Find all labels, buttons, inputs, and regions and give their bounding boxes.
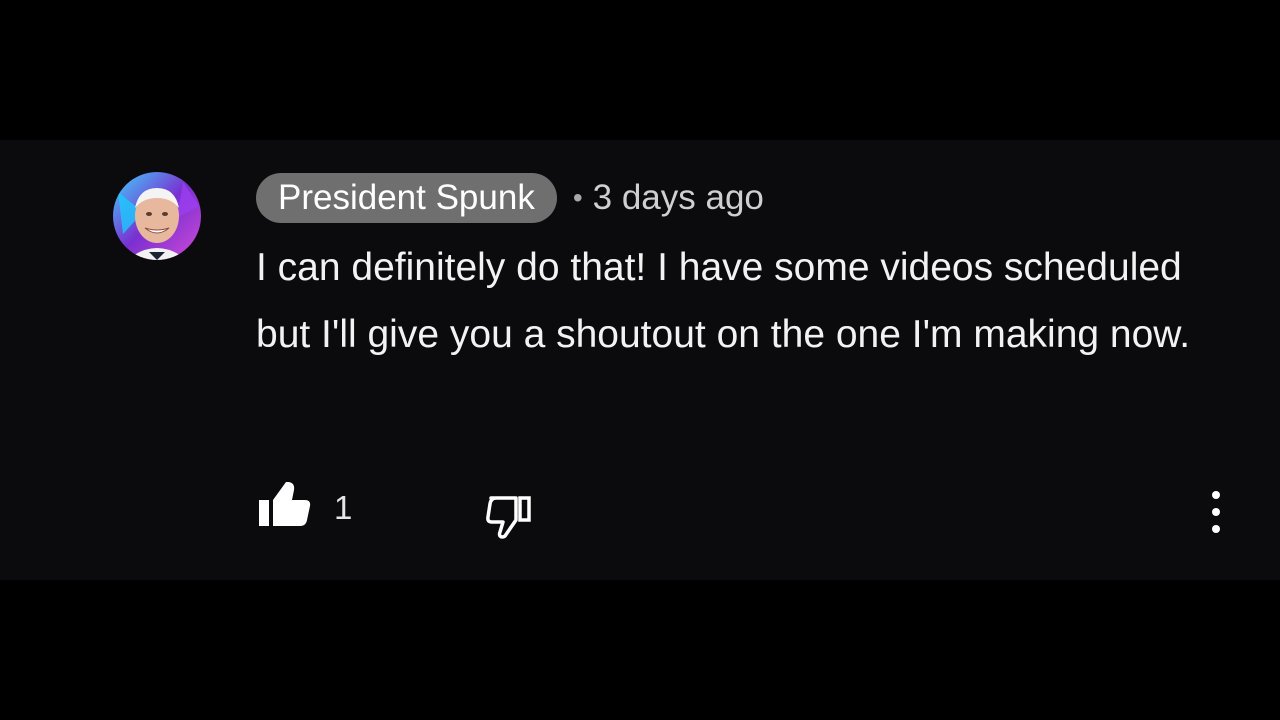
avatar-icon [113,172,201,260]
more-options-button[interactable] [1198,484,1234,544]
thumbs-down-icon [486,496,531,539]
letterbox-top [0,0,1280,140]
like-count: 1 [334,489,353,526]
comment-text: I can definitely do that! I have some vi… [256,246,1191,356]
comment-timestamp[interactable]: 3 days ago [593,178,764,218]
avatar[interactable] [113,172,201,260]
author-name[interactable]: President Spunk [256,173,557,223]
like-button[interactable] [256,480,316,540]
comment-meta: President Spunk • 3 days ago [256,172,764,224]
thumbs-up-icon [259,482,311,526]
letterbox-bottom [0,580,1280,720]
meta-separator: • [572,182,583,213]
dislike-button[interactable] [482,492,542,552]
more-vertical-icon [1212,491,1220,533]
comment-card: President Spunk • 3 days ago I can defin… [0,140,1280,580]
